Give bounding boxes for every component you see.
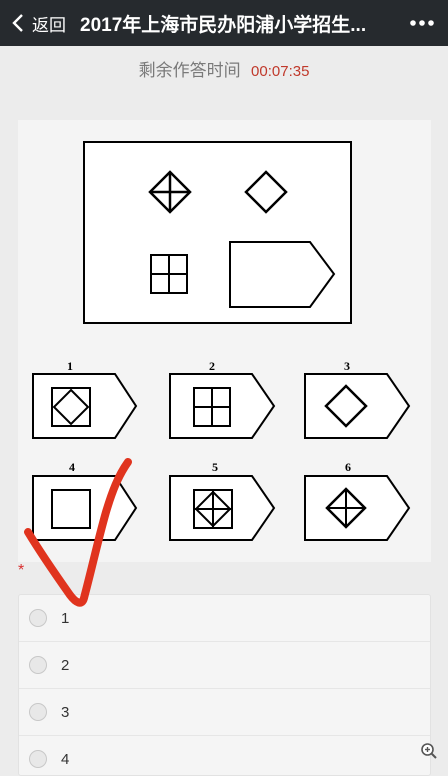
- option-label: 4: [61, 750, 70, 768]
- back-label: 返回: [32, 15, 66, 35]
- choice-figure-3: [304, 373, 411, 439]
- choice-number-1: 1: [67, 359, 73, 373]
- question-image: 1 2 3 4 5 6: [18, 120, 431, 562]
- zoom-in-icon[interactable]: [420, 742, 438, 760]
- radio-button[interactable]: [29, 609, 47, 627]
- option-4[interactable]: 4: [19, 736, 430, 775]
- radio-button[interactable]: [29, 703, 47, 721]
- radio-button[interactable]: [29, 750, 47, 768]
- puzzle-figure: 1 2 3 4 5 6: [32, 141, 411, 541]
- choice-number-4: 4: [69, 460, 75, 474]
- choice-figure-2: [169, 373, 276, 439]
- back-button[interactable]: 返回: [0, 0, 66, 46]
- answer-options: 1 2 3 4: [18, 594, 431, 776]
- choice-figure-4: [32, 475, 138, 541]
- option-label: 3: [61, 703, 70, 721]
- option-3[interactable]: 3: [19, 689, 430, 736]
- timer-row: 剩余作答时间 00:07:35: [0, 56, 448, 81]
- choice-number-2: 2: [209, 359, 215, 373]
- choice-number-3: 3: [344, 359, 350, 373]
- choice-number-5: 5: [212, 460, 218, 474]
- radio-button[interactable]: [29, 656, 47, 674]
- top-bar: 返回 2017年上海市民办阳浦小学招生...: [0, 0, 448, 46]
- choice-figure-1: [32, 373, 138, 439]
- chevron-left-icon: [12, 14, 23, 32]
- timer-value: 00:07:35: [251, 63, 310, 80]
- timer-label: 剩余作答时间: [138, 61, 241, 80]
- more-dots-icon[interactable]: [406, 10, 438, 36]
- option-label: 1: [61, 609, 70, 627]
- option-2[interactable]: 2: [19, 642, 430, 689]
- choice-number-6: 6: [345, 460, 351, 474]
- required-mark: *: [18, 562, 25, 579]
- option-1[interactable]: 1: [19, 595, 430, 642]
- choice-figure-5: [169, 475, 276, 541]
- choice-figure-6: [304, 475, 411, 541]
- option-label: 2: [61, 656, 70, 674]
- page-title: 2017年上海市民办阳浦小学招生...: [80, 14, 367, 36]
